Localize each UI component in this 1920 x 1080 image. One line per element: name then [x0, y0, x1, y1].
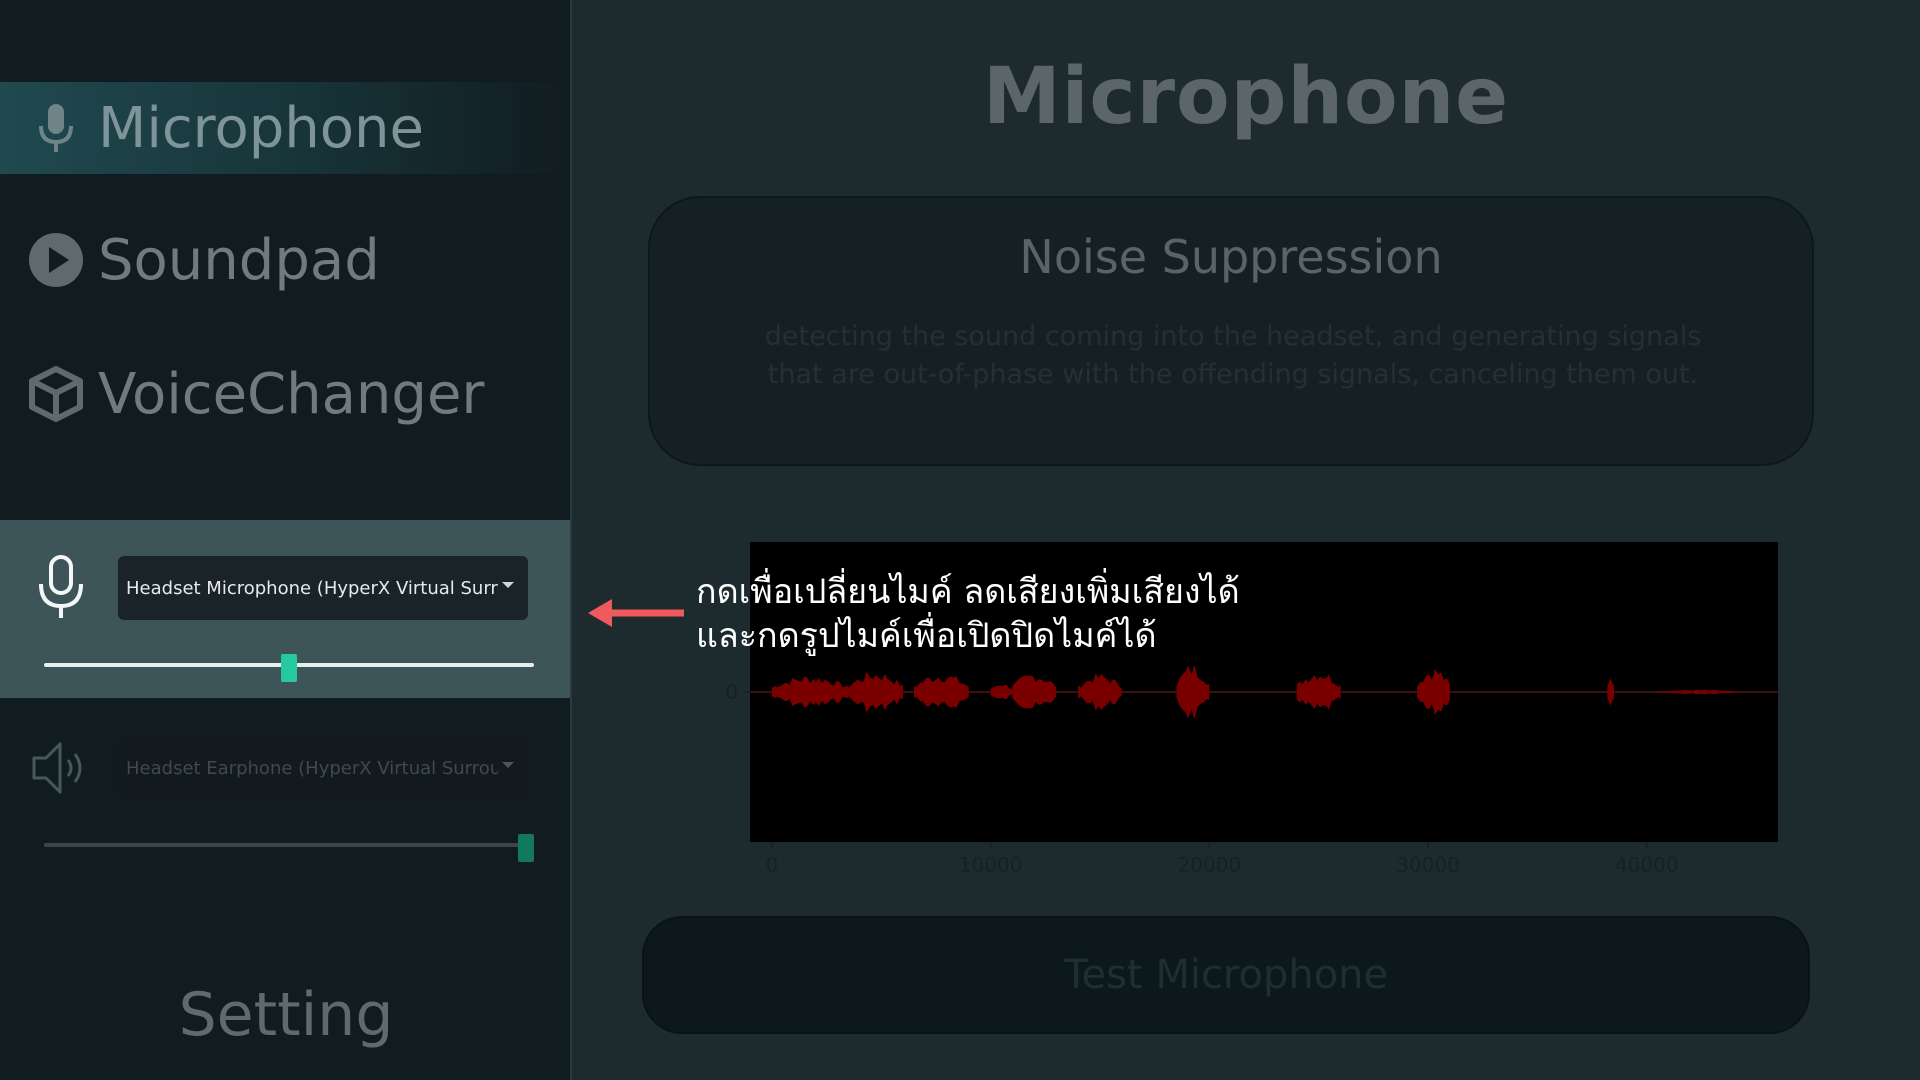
noise-suppression-description: detecting the sound coming into the head… [740, 318, 1726, 394]
slider-thumb[interactable] [518, 834, 534, 862]
tutorial-arrow-icon [588, 599, 684, 627]
description-line: that are out-of-phase with the offending… [767, 359, 1699, 390]
test-microphone-button[interactable]: Test Microphone [642, 916, 1810, 1034]
chevron-down-icon [502, 762, 514, 768]
sidebar: Microphone Soundpad VoiceChanger Headset… [0, 0, 572, 1080]
description-line: detecting the sound coming into the head… [764, 321, 1702, 352]
x-tick-label: 0 [766, 853, 779, 877]
play-circle-icon [28, 232, 84, 288]
microphone-icon [28, 100, 84, 156]
speaker-device-value: Headset Earphone (HyperX Virtual Surroun… [126, 757, 498, 779]
speaker-icon[interactable] [30, 734, 92, 802]
x-tick-label: 40000 [1615, 853, 1679, 877]
sidebar-item-soundpad[interactable]: Soundpad [0, 214, 572, 306]
speaker-volume-slider[interactable] [44, 834, 534, 862]
x-tick-label: 30000 [1396, 853, 1460, 877]
microphone-device-value: Headset Microphone (HyperX Virtual Surro… [126, 577, 498, 599]
microphone-toggle-icon[interactable] [30, 554, 92, 622]
speaker-device-panel: Headset Earphone (HyperX Virtual Surroun… [0, 700, 570, 878]
tutorial-line: กดเพื่อเปลี่ยนไมค์ ลดเสียงเพิ่มเสียงได้ [696, 572, 1240, 612]
sidebar-item-voicechanger[interactable]: VoiceChanger [0, 348, 572, 440]
sidebar-item-label: Microphone [98, 95, 424, 161]
x-tick-label: 20000 [1178, 853, 1242, 877]
x-tick-label: 10000 [959, 853, 1023, 877]
slider-thumb[interactable] [281, 654, 297, 682]
sidebar-item-label: VoiceChanger [98, 361, 485, 427]
noise-suppression-title: Noise Suppression [1019, 230, 1443, 284]
page-title: Microphone [982, 52, 1510, 142]
speaker-device-select[interactable]: Headset Earphone (HyperX Virtual Surroun… [118, 736, 528, 800]
sidebar-item-label: Soundpad [98, 227, 380, 293]
slider-track [44, 843, 534, 847]
microphone-volume-slider[interactable] [44, 654, 534, 682]
chevron-down-icon [502, 582, 514, 588]
y-tick-label: 0 [725, 680, 738, 704]
sidebar-item-microphone[interactable]: Microphone [0, 82, 572, 174]
cube-icon [28, 366, 84, 422]
tutorial-text: กดเพื่อเปลี่ยนไมค์ ลดเสียงเพิ่มเสียงได้ … [696, 570, 1240, 658]
setting-button[interactable]: Setting [0, 980, 572, 1050]
noise-suppression-card[interactable]: Noise Suppression detecting the sound co… [648, 196, 1814, 466]
microphone-device-panel: Headset Microphone (HyperX Virtual Surro… [0, 520, 570, 698]
tutorial-line: และกดรูปไมค์เพื่อเปิดปิดไมค์ได้ [696, 616, 1157, 656]
microphone-device-select[interactable]: Headset Microphone (HyperX Virtual Surro… [118, 556, 528, 620]
